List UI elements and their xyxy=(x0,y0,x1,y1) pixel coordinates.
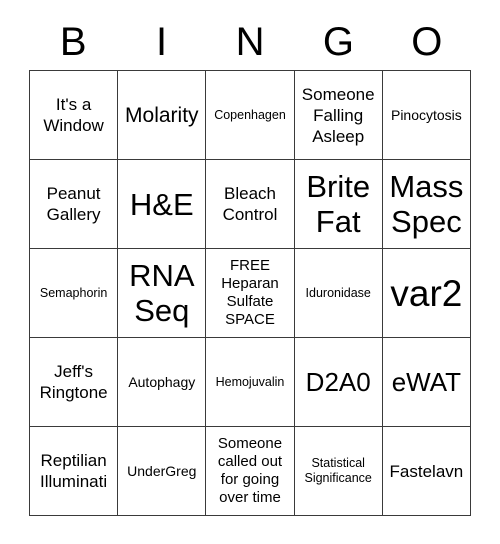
bingo-cell-label: Fastelavn xyxy=(389,461,464,481)
bingo-cell-label: Brite Fat xyxy=(306,169,371,239)
bingo-cell-label: UnderGreg xyxy=(127,462,197,479)
bingo-free-space-label: FREE Heparan Sulfate SPACE xyxy=(221,257,279,328)
bingo-header-row: B I N G O xyxy=(29,14,471,70)
bingo-cell-label: Pinocytosis xyxy=(390,106,462,123)
bingo-cell-n4[interactable]: Hemojuvalin xyxy=(206,338,295,427)
bingo-grid: It's a Window Molarity Copenhagen Someon… xyxy=(29,70,471,516)
bingo-cell-label: Iduronidase xyxy=(305,285,371,300)
bingo-cell-label: Peanut Gallery xyxy=(46,184,101,224)
bingo-cell-label: Copenhagen xyxy=(214,107,286,122)
bingo-cell-label: Reptilian Illuminati xyxy=(40,451,108,491)
bingo-cell-i5[interactable]: UnderGreg xyxy=(118,427,207,516)
bingo-cell-label: Mass Spec xyxy=(389,169,464,239)
bingo-cell-label: Someone Falling Asleep xyxy=(301,84,375,146)
bingo-cell-label: var2 xyxy=(390,272,463,314)
bingo-cell-label: eWAT xyxy=(391,367,462,397)
bingo-cell-g2[interactable]: Brite Fat xyxy=(294,160,383,249)
bingo-cell-i1[interactable]: Molarity xyxy=(118,71,207,160)
bingo-cell-o5[interactable]: Fastelavn xyxy=(382,427,471,516)
bingo-cell-g5[interactable]: Statistical Significance xyxy=(294,427,383,516)
bingo-card: B I N G O It's a Window Molarity Copenha… xyxy=(0,0,500,544)
bingo-cell-label: Jeff's Ringtone xyxy=(39,362,108,402)
bingo-cell-label: H&E xyxy=(129,186,194,222)
header-letter-i: I xyxy=(156,20,168,64)
bingo-cell-b1[interactable]: It's a Window xyxy=(30,71,119,160)
bingo-cell-label: Hemojuvalin xyxy=(215,374,285,389)
bingo-cell-i2[interactable]: H&E xyxy=(118,160,207,249)
bingo-cell-b3[interactable]: Semaphorin xyxy=(30,249,119,338)
bingo-cell-o2[interactable]: Mass Spec xyxy=(382,160,471,249)
header-letter-b: B xyxy=(59,20,87,64)
bingo-cell-label: D2A0 xyxy=(305,367,371,397)
bingo-cell-n5[interactable]: Someone called out for going over time xyxy=(206,427,295,516)
bingo-cell-g3[interactable]: Iduronidase xyxy=(294,249,383,338)
bingo-cell-label: Molarity xyxy=(125,103,199,127)
bingo-cell-g4[interactable]: D2A0 xyxy=(294,338,383,427)
bingo-cell-label: Autophagy xyxy=(128,373,196,390)
bingo-cell-b2[interactable]: Peanut Gallery xyxy=(30,160,119,249)
header-letter-g: G xyxy=(322,20,354,64)
bingo-cell-b4[interactable]: Jeff's Ringtone xyxy=(30,338,119,427)
bingo-cell-label: It's a Window xyxy=(43,95,104,135)
bingo-cell-i3[interactable]: RNA Seq xyxy=(118,249,207,338)
bingo-cell-label: Statistical Significance xyxy=(304,456,372,485)
bingo-cell-g1[interactable]: Someone Falling Asleep xyxy=(294,71,383,160)
header-letter-o: O xyxy=(411,20,443,64)
bingo-cell-i4[interactable]: Autophagy xyxy=(118,338,207,427)
bingo-cell-label: Someone called out for going over time xyxy=(217,435,283,506)
bingo-cell-o4[interactable]: eWAT xyxy=(382,338,471,427)
bingo-cell-label: RNA Seq xyxy=(129,258,195,328)
bingo-cell-label: Semaphorin xyxy=(39,285,108,300)
bingo-cell-o1[interactable]: Pinocytosis xyxy=(382,71,471,160)
bingo-cell-o3[interactable]: var2 xyxy=(382,249,471,338)
bingo-cell-free-space[interactable]: FREE Heparan Sulfate SPACE xyxy=(206,249,295,338)
bingo-cell-b5[interactable]: Reptilian Illuminati xyxy=(30,427,119,516)
header-letter-n: N xyxy=(235,20,265,64)
bingo-cell-label: Bleach Control xyxy=(222,184,278,224)
bingo-cell-n1[interactable]: Copenhagen xyxy=(206,71,295,160)
bingo-cell-n2[interactable]: Bleach Control xyxy=(206,160,295,249)
